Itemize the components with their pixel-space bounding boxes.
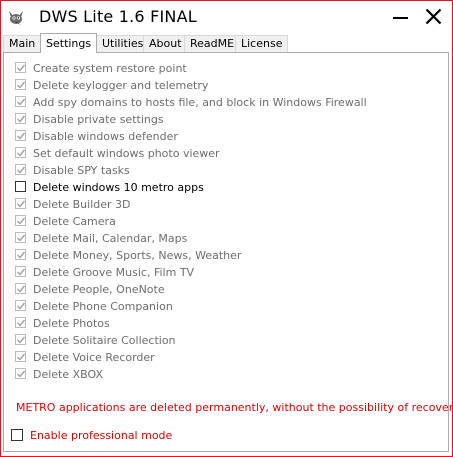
title-bar[interactable]: DWS Lite 1.6 FINAL bbox=[1, 1, 452, 33]
tab-settings[interactable]: Settings bbox=[40, 33, 98, 53]
professional-mode-label: Enable professional mode bbox=[30, 429, 173, 442]
window-title: DWS Lite 1.6 FINAL bbox=[39, 7, 197, 26]
minimize-icon[interactable] bbox=[388, 3, 414, 31]
option-label: Delete Builder 3D bbox=[33, 198, 131, 211]
option-label: Disable SPY tasks bbox=[33, 164, 130, 177]
option-label: Delete XBOX bbox=[33, 368, 104, 381]
option-label: Disable private settings bbox=[33, 113, 164, 126]
option-checkbox bbox=[15, 130, 26, 141]
option-label: Delete Photos bbox=[33, 317, 110, 330]
option-label: Create system restore point bbox=[33, 62, 187, 75]
checkmark-icon bbox=[17, 115, 26, 123]
option-label: Delete Money, Sports, News, Weather bbox=[33, 249, 242, 262]
option-checkbox bbox=[15, 368, 26, 379]
option-label: Delete Mail, Calendar, Maps bbox=[33, 232, 188, 245]
tab-about[interactable]: About bbox=[143, 35, 188, 52]
checkmark-icon bbox=[17, 166, 26, 174]
option-label: Delete keylogger and telemetry bbox=[33, 79, 209, 92]
close-icon[interactable] bbox=[420, 3, 448, 31]
checkmark-icon bbox=[17, 336, 26, 344]
option-checkbox[interactable] bbox=[15, 181, 26, 192]
checkmark-icon bbox=[17, 98, 26, 106]
warning-text: METRO applications are deleted permanent… bbox=[16, 401, 453, 414]
option-label: Delete People, OneNote bbox=[33, 283, 165, 296]
checkmark-icon bbox=[17, 302, 26, 310]
checkmark-icon bbox=[17, 370, 26, 378]
checkmark-icon bbox=[17, 81, 26, 89]
option-checkbox bbox=[15, 266, 26, 277]
option-label: Disable windows defender bbox=[33, 130, 178, 143]
option-checkbox bbox=[15, 249, 26, 260]
checkmark-icon bbox=[17, 234, 26, 242]
checkmark-icon bbox=[17, 132, 26, 140]
checkmark-icon bbox=[17, 268, 26, 276]
app-window: DWS Lite 1.6 FINAL Main Settings Utiliti… bbox=[0, 0, 453, 457]
option-checkbox bbox=[15, 334, 26, 345]
option-checkbox bbox=[15, 351, 26, 362]
settings-panel: Create system restore point Delete keylog… bbox=[3, 52, 453, 452]
option-checkbox bbox=[15, 232, 26, 243]
tab-license[interactable]: License bbox=[235, 35, 289, 52]
checkmark-icon bbox=[17, 149, 26, 157]
option-checkbox bbox=[15, 164, 26, 175]
checkmark-icon bbox=[17, 200, 26, 208]
option-label: Set default windows photo viewer bbox=[33, 147, 220, 160]
option-checkbox bbox=[15, 96, 26, 107]
checkmark-icon bbox=[17, 64, 26, 72]
option-label: Delete Phone Companion bbox=[33, 300, 173, 313]
checkmark-icon bbox=[17, 217, 26, 225]
option-label: Add spy domains to hosts file, and block… bbox=[33, 96, 367, 109]
option-label: Delete Groove Music, Film TV bbox=[33, 266, 195, 279]
option-label: Delete windows 10 metro apps bbox=[33, 181, 204, 194]
option-label: Delete Solitaire Collection bbox=[33, 334, 176, 347]
checkmark-icon bbox=[17, 251, 26, 259]
option-checkbox bbox=[15, 283, 26, 294]
option-label: Delete Voice Recorder bbox=[33, 351, 155, 364]
option-checkbox bbox=[15, 317, 26, 328]
option-checkbox bbox=[15, 79, 26, 90]
tab-utilities[interactable]: Utilities bbox=[96, 35, 150, 52]
option-checkbox bbox=[15, 198, 26, 209]
option-checkbox bbox=[15, 147, 26, 158]
checkmark-icon bbox=[17, 285, 26, 293]
professional-mode-checkbox[interactable] bbox=[11, 429, 23, 441]
option-checkbox bbox=[15, 113, 26, 124]
option-checkbox bbox=[15, 62, 26, 73]
option-label: Delete Camera bbox=[33, 215, 116, 228]
option-checkbox bbox=[15, 300, 26, 311]
tab-readme[interactable]: ReadME bbox=[184, 35, 241, 52]
app-logo-icon bbox=[7, 8, 25, 26]
option-checkbox bbox=[15, 215, 26, 226]
tab-main[interactable]: Main bbox=[3, 35, 42, 52]
checkmark-icon bbox=[17, 319, 26, 327]
checkmark-icon bbox=[17, 353, 26, 361]
